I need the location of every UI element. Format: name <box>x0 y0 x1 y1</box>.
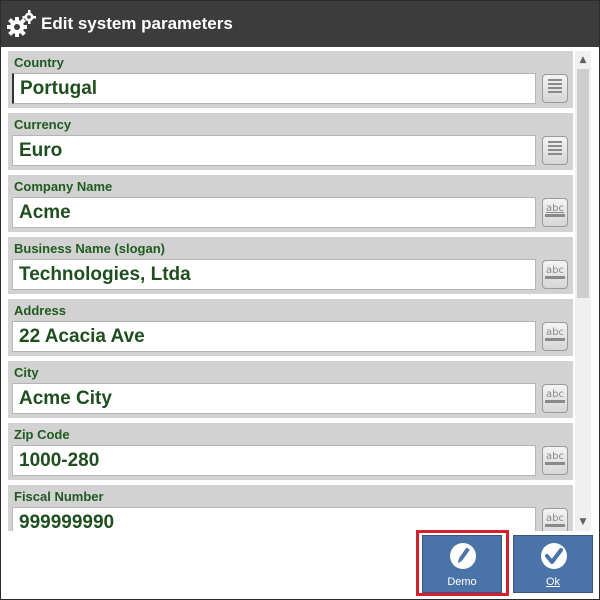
demo-button[interactable]: Demo <box>422 535 502 593</box>
field-label: Zip Code <box>14 427 70 442</box>
field-city: City Acme City abc <box>8 361 573 418</box>
scroll-up-icon[interactable]: ▲ <box>575 53 591 67</box>
address-keyboard-button[interactable]: abc <box>542 322 568 351</box>
field-currency: Currency Euro <box>8 113 573 170</box>
pencil-icon <box>449 542 477 570</box>
svg-text:abc: abc <box>546 203 564 214</box>
ok-button[interactable]: Ok <box>513 535 593 593</box>
zip-code-input[interactable]: 1000-280 <box>12 445 536 476</box>
field-business-name: Business Name (slogan) Technologies, Ltd… <box>8 237 573 294</box>
abc-keyboard-icon: abc <box>544 200 566 225</box>
checkmark-icon <box>540 542 568 570</box>
fiscal-number-input[interactable]: 999999990 <box>12 507 536 531</box>
business-name-input[interactable]: Technologies, Ltda <box>12 259 536 290</box>
address-input[interactable]: 22 Acacia Ave <box>12 321 536 352</box>
svg-text:abc: abc <box>546 265 564 276</box>
svg-text:abc: abc <box>546 389 564 400</box>
business-name-keyboard-button[interactable]: abc <box>542 260 568 289</box>
currency-list-button[interactable] <box>542 136 568 165</box>
scroll-thumb[interactable] <box>577 69 589 298</box>
field-company-name: Company Name Acme abc <box>8 175 573 232</box>
abc-keyboard-icon: abc <box>544 448 566 473</box>
demo-button-label: Demo <box>447 576 477 588</box>
field-label: City <box>14 365 39 380</box>
currency-input[interactable]: Euro <box>12 135 536 166</box>
svg-text:abc: abc <box>546 451 564 462</box>
field-label: Business Name (slogan) <box>14 241 165 256</box>
ok-button-label: Ok <box>545 576 561 588</box>
field-label: Company Name <box>14 179 113 194</box>
field-fiscal-number: Fiscal Number 999999990 abc <box>8 485 573 531</box>
country-input[interactable]: Portugal <box>12 73 536 104</box>
abc-keyboard-icon: abc <box>544 324 566 349</box>
fiscal-number-keyboard-button[interactable]: abc <box>542 508 568 531</box>
country-list-button[interactable] <box>542 74 568 103</box>
field-country: Country Portugal <box>8 51 573 108</box>
gears-icon <box>1 1 41 47</box>
field-label: Fiscal Number <box>14 489 104 504</box>
parameters-list: Country Portugal Currency Euro Company N… <box>8 51 573 531</box>
city-input[interactable]: Acme City <box>12 383 536 414</box>
field-label: Currency <box>14 117 72 132</box>
company-name-input[interactable]: Acme <box>12 197 536 228</box>
title-bar: Edit system parameters <box>1 1 599 47</box>
abc-keyboard-icon: abc <box>544 510 566 531</box>
bottom-action-bar: Demo Ok <box>1 530 599 599</box>
vertical-scrollbar[interactable]: ▲ ▼ <box>575 51 591 531</box>
svg-text:abc: abc <box>546 513 564 524</box>
company-name-keyboard-button[interactable]: abc <box>542 198 568 227</box>
edit-system-parameters-window: Edit system parameters Country Portugal … <box>0 0 600 600</box>
abc-keyboard-icon: abc <box>544 262 566 287</box>
city-keyboard-button[interactable]: abc <box>542 384 568 413</box>
svg-text:abc: abc <box>546 327 564 338</box>
field-zip-code: Zip Code 1000-280 abc <box>8 423 573 480</box>
abc-keyboard-icon: abc <box>544 386 566 411</box>
zip-code-keyboard-button[interactable]: abc <box>542 446 568 475</box>
list-icon <box>547 77 563 100</box>
field-address: Address 22 Acacia Ave abc <box>8 299 573 356</box>
field-label: Country <box>14 55 64 70</box>
scroll-down-icon[interactable]: ▼ <box>575 515 591 529</box>
list-icon <box>547 139 563 162</box>
field-label: Address <box>14 303 67 318</box>
window-title: Edit system parameters <box>41 14 233 33</box>
